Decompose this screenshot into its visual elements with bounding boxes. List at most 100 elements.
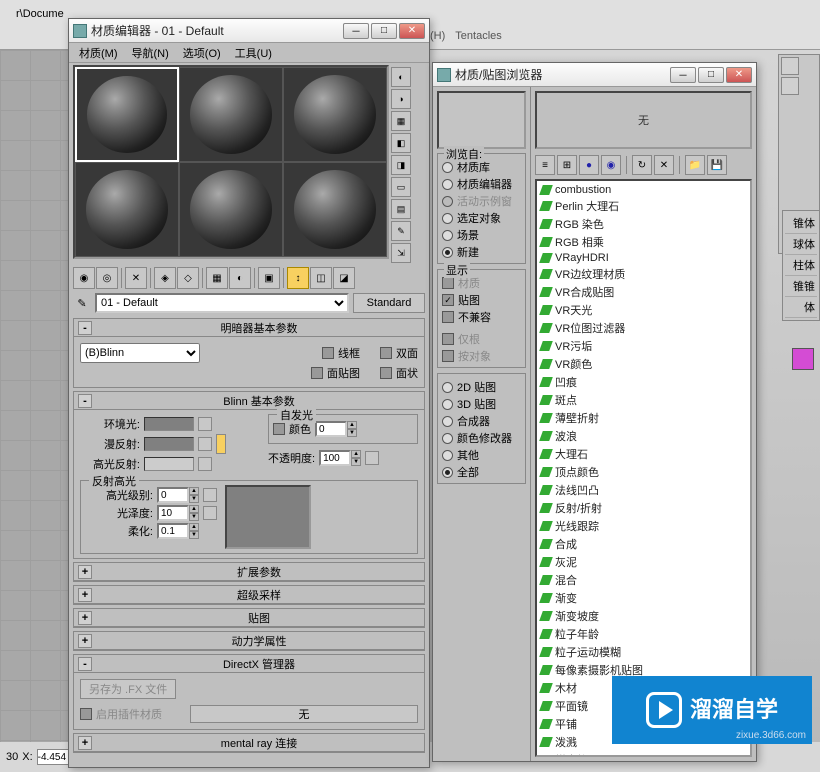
minimize-button[interactable]: － <box>343 23 369 39</box>
maximize-button[interactable]: □ <box>698 67 724 83</box>
rollout-header[interactable]: +动力学属性 <box>74 632 424 650</box>
browser-list-item[interactable]: 灰泥 <box>537 553 750 571</box>
browser-list-item[interactable]: RGB 染色 <box>537 215 750 233</box>
close-button[interactable]: ✕ <box>726 67 752 83</box>
soften-spinner[interactable]: ▲▼ <box>157 523 199 539</box>
material-slot[interactable] <box>179 67 283 162</box>
menu-material[interactable]: 材质(M) <box>73 43 124 63</box>
ambient-swatch[interactable] <box>144 417 194 431</box>
menu-options[interactable]: 选项(O) <box>177 43 227 63</box>
plugin-mat-none-button[interactable]: 无 <box>190 705 418 723</box>
spec-map-button[interactable] <box>203 488 217 502</box>
rollout-header[interactable]: +超级采样 <box>74 586 424 604</box>
browse-from-radio[interactable]: 选定对象 <box>442 210 521 226</box>
rollout-header[interactable]: -明暗器基本参数 <box>74 319 424 337</box>
browser-list-item[interactable]: VRayHDRI <box>537 251 750 265</box>
browser-list-item[interactable]: 合成 <box>537 535 750 553</box>
mat-ed-titlebar[interactable]: 材质编辑器 - 01 - Default － □ ✕ <box>69 19 429 43</box>
browser-list-item[interactable]: 粒子运动模糊 <box>537 643 750 661</box>
material-type-button[interactable]: Standard <box>353 293 425 313</box>
selfillum-color-checkbox[interactable] <box>273 423 285 435</box>
maximize-button[interactable]: □ <box>371 23 397 39</box>
browser-list-item[interactable]: combustion <box>537 183 750 197</box>
browser-list-item[interactable]: Perlin 大理石 <box>537 197 750 215</box>
material-name-select[interactable]: 01 - Default <box>95 293 349 313</box>
menu-item[interactable]: Tentacles <box>455 30 501 50</box>
toolbar-icon[interactable]: ◉ <box>73 267 95 289</box>
browser-list[interactable]: combustionPerlin 大理石RGB 染色RGB 相乘VRayHDRI… <box>535 179 752 757</box>
shader-type-select[interactable]: (B)Blinn <box>80 343 200 363</box>
object-color-swatch[interactable] <box>792 348 814 370</box>
browser-list-item[interactable]: 法线凹凸 <box>537 481 750 499</box>
primitive-button[interactable]: 球体 <box>785 234 817 255</box>
lock-icon[interactable] <box>216 434 226 454</box>
spec-level-spinner[interactable]: ▲▼ <box>157 487 199 503</box>
minimize-button[interactable]: － <box>670 67 696 83</box>
rollout-header[interactable]: -Blinn 基本参数 <box>74 392 424 410</box>
toolbar-icon[interactable]: ◐ <box>229 267 251 289</box>
toolbar-icon[interactable]: ◫ <box>310 267 332 289</box>
browser-list-item[interactable]: VR天光 <box>537 301 750 319</box>
show-map-checkbox[interactable] <box>442 294 454 306</box>
browser-list-item[interactable]: 渐变坡度 <box>537 607 750 625</box>
save-fx-button[interactable]: 另存为 .FX 文件 <box>80 679 176 699</box>
toolbar-icon[interactable]: ✕ <box>125 267 147 289</box>
browser-list-item[interactable]: 渐变 <box>537 589 750 607</box>
rollout-header[interactable]: -DirectX 管理器 <box>74 655 424 673</box>
gloss-spinner[interactable]: ▲▼ <box>157 505 199 521</box>
browser-list-item[interactable]: 顶点颜色 <box>537 463 750 481</box>
browser-list-item[interactable]: VR颜色 <box>537 355 750 373</box>
toolbar-icon[interactable]: ▦ <box>206 267 228 289</box>
specular-swatch[interactable] <box>144 457 194 471</box>
side-tool-icon[interactable]: ⇲ <box>391 243 411 263</box>
opacity-spinner[interactable]: ▲▼ <box>319 450 361 466</box>
primitive-button[interactable]: 锥体 <box>785 213 817 234</box>
browser-list-item[interactable]: VR位图过滤器 <box>537 319 750 337</box>
browser-list-item[interactable]: 反射/折射 <box>537 499 750 517</box>
save-icon[interactable]: 💾 <box>707 155 727 175</box>
menu-navigate[interactable]: 导航(N) <box>126 43 175 63</box>
filter-radio[interactable]: 颜色修改器 <box>442 430 521 446</box>
browse-from-radio[interactable]: 材质编辑器 <box>442 176 521 192</box>
view-sphere2-icon[interactable]: ◉ <box>601 155 621 175</box>
material-slot[interactable] <box>75 67 179 162</box>
open-icon[interactable]: 📁 <box>685 155 705 175</box>
twosided-checkbox[interactable] <box>380 347 392 359</box>
side-tool-icon[interactable]: ◧ <box>391 133 411 153</box>
diffuse-map-button[interactable] <box>198 437 212 451</box>
specular-map-button[interactable] <box>198 457 212 471</box>
toolbar-icon[interactable]: ◎ <box>96 267 118 289</box>
side-tool-icon[interactable]: ✎ <box>391 221 411 241</box>
filter-radio[interactable]: 全部 <box>442 464 521 480</box>
toolbar-icon[interactable]: ▣ <box>258 267 280 289</box>
side-tool-icon[interactable]: ◨ <box>391 155 411 175</box>
material-slot[interactable] <box>75 162 179 257</box>
toolbar-icon[interactable]: ◪ <box>333 267 355 289</box>
browser-list-item[interactable]: 棋盘格 <box>537 751 750 757</box>
delete-icon[interactable]: ✕ <box>654 155 674 175</box>
side-tool-icon[interactable]: ◐ <box>391 67 411 87</box>
selfillum-spinner[interactable]: ▲▼ <box>315 421 357 437</box>
browser-list-item[interactable]: RGB 相乘 <box>537 233 750 251</box>
filter-radio[interactable]: 3D 贴图 <box>442 396 521 412</box>
browser-list-item[interactable]: VR边纹理材质 <box>537 265 750 283</box>
side-tool-icon[interactable]: ▤ <box>391 199 411 219</box>
primitive-button[interactable]: 锥锥 <box>785 276 817 297</box>
browser-list-item[interactable]: 混合 <box>537 571 750 589</box>
close-button[interactable]: ✕ <box>399 23 425 39</box>
faceted-checkbox[interactable] <box>380 367 392 379</box>
primitive-button[interactable]: 体 <box>785 297 817 318</box>
opacity-map-button[interactable] <box>365 451 379 465</box>
facemap-checkbox[interactable] <box>311 367 323 379</box>
browser-list-item[interactable]: VR污垢 <box>537 337 750 355</box>
browse-from-radio[interactable]: 新建 <box>442 244 521 260</box>
cmd-tab[interactable] <box>781 77 799 95</box>
eyedropper-icon[interactable]: ✎ <box>73 294 91 312</box>
plugin-mat-checkbox[interactable] <box>80 708 92 720</box>
browser-list-item[interactable]: 粒子年龄 <box>537 625 750 643</box>
browser-list-item[interactable]: 大理石 <box>537 445 750 463</box>
side-tool-icon[interactable]: ◑ <box>391 89 411 109</box>
view-sphere-icon[interactable]: ● <box>579 155 599 175</box>
material-slot[interactable] <box>179 162 283 257</box>
browse-from-radio[interactable]: 场景 <box>442 227 521 243</box>
